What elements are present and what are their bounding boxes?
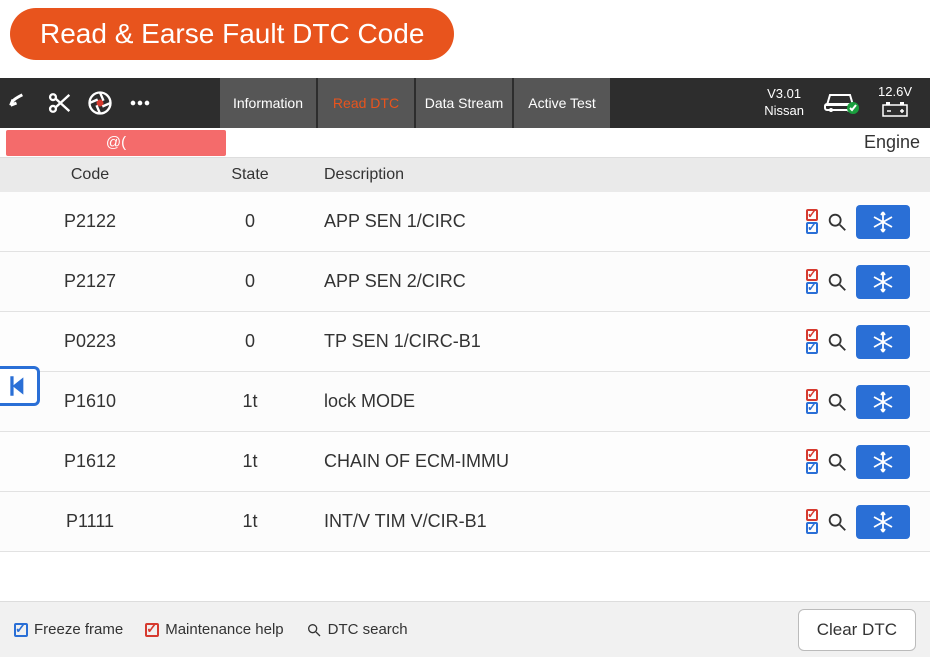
scissors-icon[interactable]	[40, 78, 80, 128]
cell-description: APP SEN 1/CIRC	[320, 211, 780, 232]
table-row: P0223 0 TP SEN 1/CIRC-B1	[0, 312, 930, 372]
cell-description: TP SEN 1/CIRC-B1	[320, 331, 780, 352]
cell-actions	[780, 385, 930, 419]
header-description: Description	[320, 166, 780, 184]
table-row: P1111 1t INT/V TIM V/CIR-B1	[0, 492, 930, 552]
freeze-frame-button[interactable]	[856, 445, 910, 479]
table-row: P1610 1t lock MODE	[0, 372, 930, 432]
freeze-frame-button[interactable]	[856, 505, 910, 539]
freeze-frame-button[interactable]	[856, 325, 910, 359]
legend-maint-label: Maintenance help	[165, 621, 283, 638]
maintenance-help-icon[interactable]	[806, 209, 818, 234]
cell-code: P1111	[0, 511, 180, 532]
maintenance-help-icon[interactable]	[806, 389, 818, 414]
aperture-icon[interactable]	[80, 78, 120, 128]
more-icon[interactable]	[120, 78, 160, 128]
cell-state: 0	[180, 331, 320, 352]
legend-dtc-search: DTC search	[306, 621, 408, 638]
cell-description: APP SEN 2/CIRC	[320, 271, 780, 292]
breadcrumb-bar: @( Engine	[0, 128, 930, 158]
footer-bar: Freeze frame Maintenance help DTC search…	[0, 601, 930, 657]
checkbox-blue-icon	[14, 623, 28, 637]
voltage-label: 12.6V	[878, 84, 912, 101]
cell-code: P0223	[0, 331, 180, 352]
cell-actions	[780, 205, 930, 239]
vehicle-label: Nissan	[764, 103, 804, 120]
legend-freeze-frame: Freeze frame	[14, 621, 123, 638]
maintenance-help-icon[interactable]	[806, 329, 818, 354]
dtc-search-icon[interactable]	[826, 211, 848, 233]
header-state: State	[180, 166, 320, 184]
dtc-search-icon[interactable]	[826, 391, 848, 413]
table-row: P2127 0 APP SEN 2/CIRC	[0, 252, 930, 312]
status-version-vehicle: V3.01 Nissan	[764, 86, 804, 120]
path-indicator: @(	[6, 130, 226, 156]
top-toolbar: Information Read DTC Data Stream Active …	[0, 78, 930, 128]
freeze-frame-button[interactable]	[856, 265, 910, 299]
cell-description: lock MODE	[320, 391, 780, 412]
dtc-search-icon[interactable]	[826, 451, 848, 473]
table-row: P2122 0 APP SEN 1/CIRC	[0, 192, 930, 252]
car-connected-icon	[822, 87, 860, 119]
context-label: Engine	[864, 132, 920, 153]
maintenance-help-icon[interactable]	[806, 269, 818, 294]
cell-actions	[780, 265, 930, 299]
tab-information[interactable]: Information	[220, 78, 316, 128]
cell-state: 0	[180, 211, 320, 232]
freeze-frame-button[interactable]	[856, 205, 910, 239]
maintenance-help-icon[interactable]	[806, 509, 818, 534]
status-voltage: 12.6V	[878, 84, 912, 122]
tab-active-test[interactable]: Active Test	[514, 78, 610, 128]
legend-search-label: DTC search	[328, 621, 408, 638]
back-icon[interactable]	[0, 78, 40, 128]
dtc-search-icon[interactable]	[826, 511, 848, 533]
legend-freeze-label: Freeze frame	[34, 621, 123, 638]
freeze-frame-button[interactable]	[856, 385, 910, 419]
cell-code: P2122	[0, 211, 180, 232]
cell-actions	[780, 505, 930, 539]
cell-code: P2127	[0, 271, 180, 292]
dtc-search-icon[interactable]	[826, 271, 848, 293]
side-expand-tab[interactable]	[0, 366, 40, 406]
clear-dtc-button[interactable]: Clear DTC	[798, 609, 916, 651]
cell-description: INT/V TIM V/CIR-B1	[320, 511, 780, 532]
maintenance-help-icon[interactable]	[806, 449, 818, 474]
header-code: Code	[0, 166, 180, 184]
cell-actions	[780, 325, 930, 359]
magnify-icon	[306, 622, 322, 638]
tab-read-dtc[interactable]: Read DTC	[318, 78, 414, 128]
battery-icon	[882, 101, 908, 117]
status-block: V3.01 Nissan 12.6V	[764, 84, 930, 122]
tab-bar: Information Read DTC Data Stream Active …	[220, 78, 612, 128]
cell-state: 1t	[180, 511, 320, 532]
table-row: P1612 1t CHAIN OF ECM-IMMU	[0, 432, 930, 492]
cell-description: CHAIN OF ECM-IMMU	[320, 451, 780, 472]
checkbox-red-icon	[145, 623, 159, 637]
cell-state: 1t	[180, 451, 320, 472]
page-title-badge: Read & Earse Fault DTC Code	[10, 8, 454, 60]
cell-code: P1612	[0, 451, 180, 472]
table-header: Code State Description	[0, 158, 930, 192]
tab-data-stream[interactable]: Data Stream	[416, 78, 512, 128]
dtc-search-icon[interactable]	[826, 331, 848, 353]
dtc-table: Code State Description P2122 0 APP SEN 1…	[0, 158, 930, 552]
cell-state: 0	[180, 271, 320, 292]
cell-actions	[780, 445, 930, 479]
legend-maintenance-help: Maintenance help	[145, 621, 283, 638]
cell-state: 1t	[180, 391, 320, 412]
version-label: V3.01	[764, 86, 804, 103]
